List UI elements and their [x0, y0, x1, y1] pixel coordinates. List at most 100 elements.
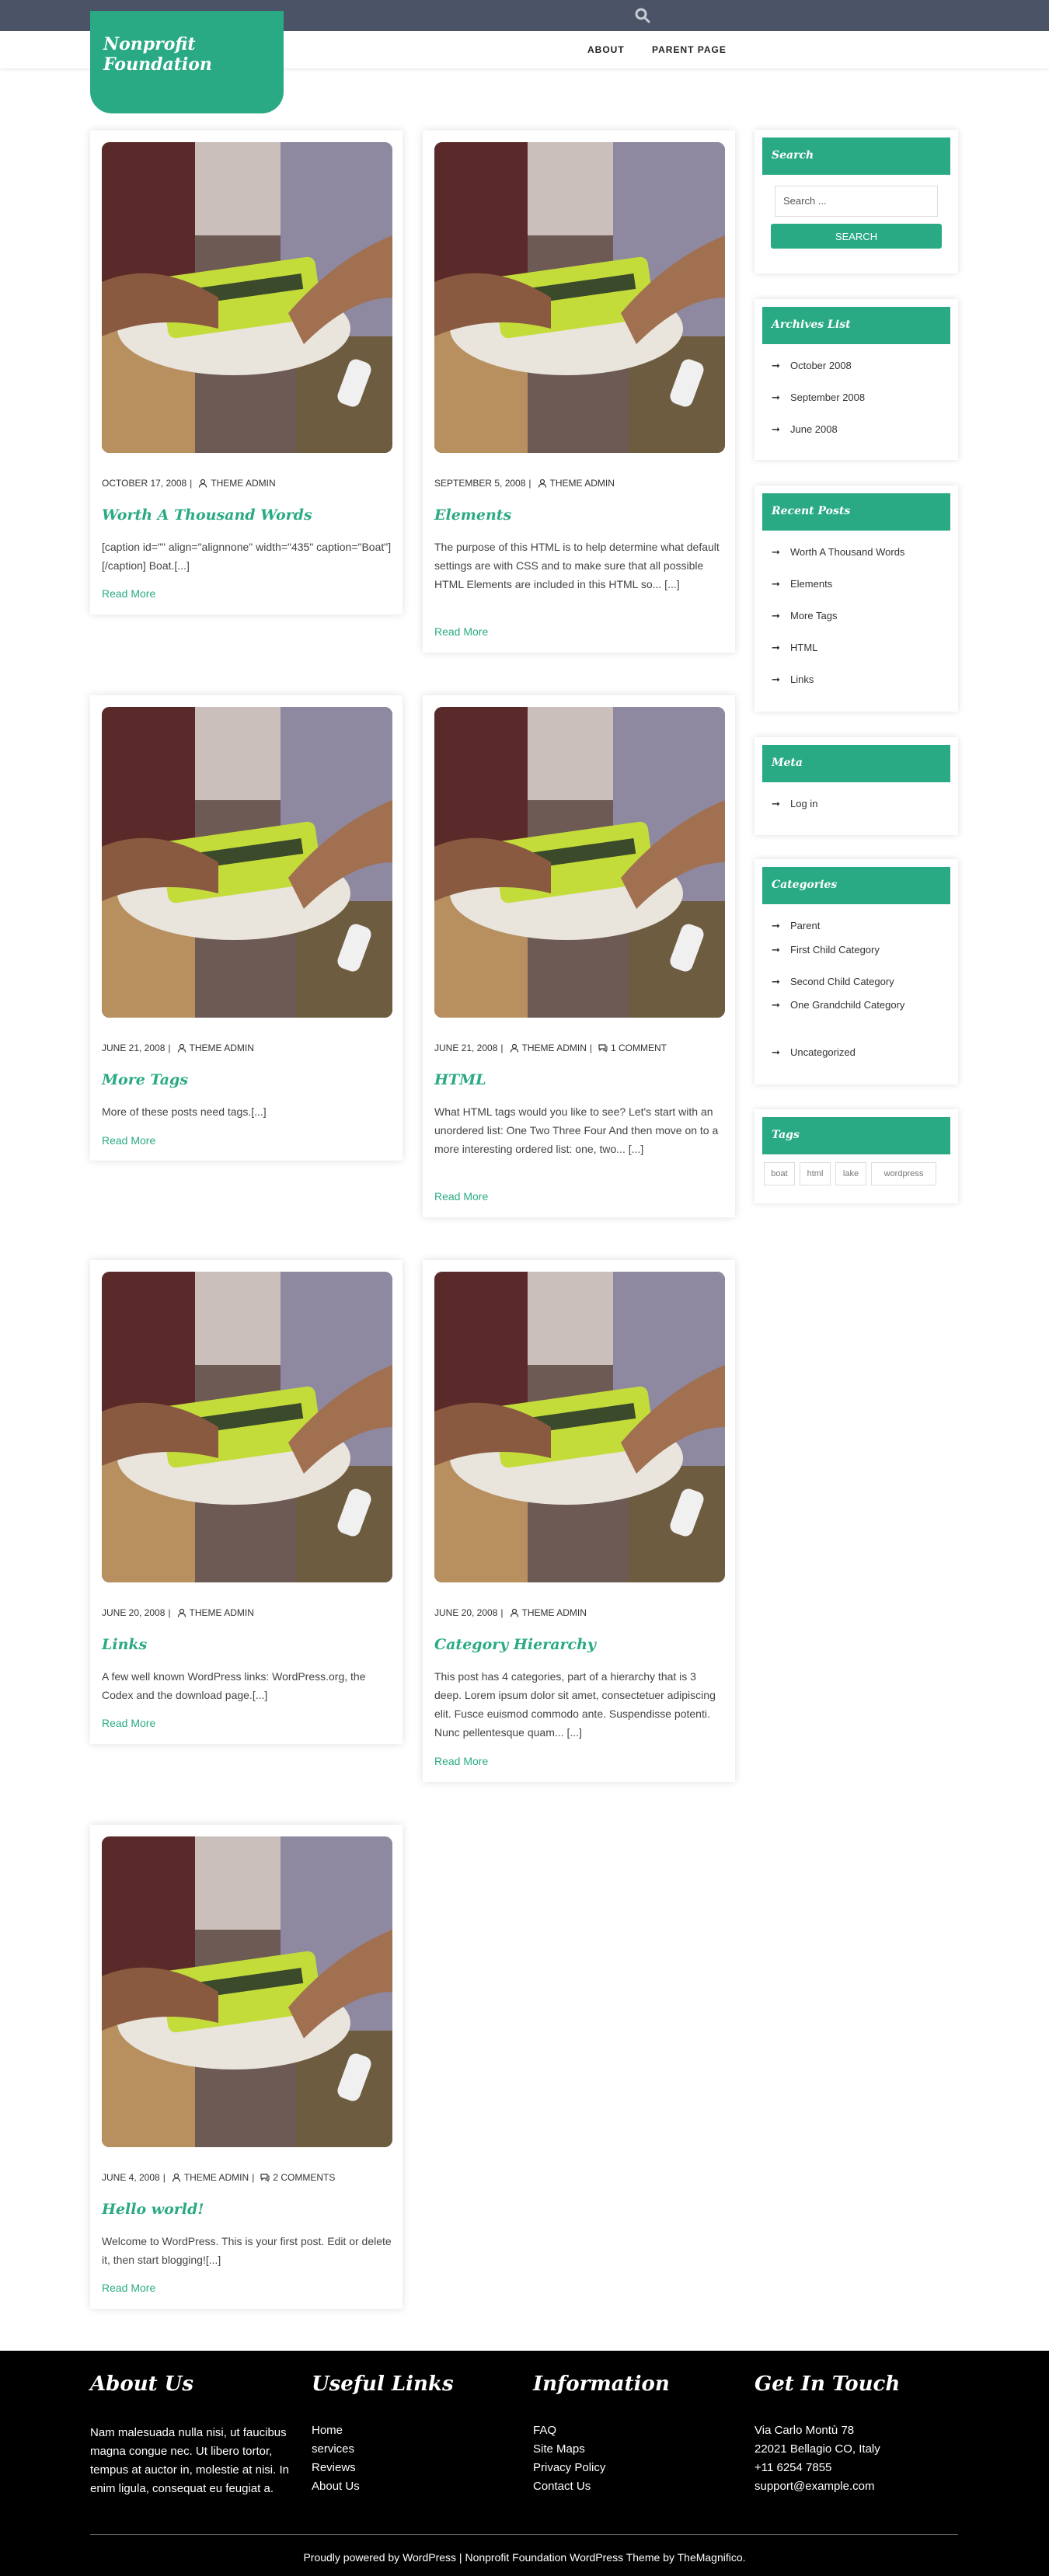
post-photo	[102, 1272, 392, 1582]
arrow-right-icon: ➞	[772, 1046, 780, 1058]
post-image[interactable]	[102, 1272, 392, 1582]
post-title[interactable]: Hello world!	[102, 2201, 204, 2218]
post-image[interactable]	[102, 142, 392, 453]
post-author[interactable]: THEME ADMIN	[550, 478, 615, 489]
category-link[interactable]: ➞ Second Child Category	[772, 976, 894, 988]
read-more-link[interactable]: Read More	[434, 625, 488, 638]
post-meta: JUNE 20, 2008 | THEME ADMIN	[434, 1607, 587, 1618]
archive-link[interactable]: ➞ September 2008	[772, 392, 865, 404]
post-comments[interactable]: 2 COMMENTS	[273, 2172, 335, 2183]
post-author[interactable]: THEME ADMIN	[522, 1607, 587, 1618]
post-title[interactable]: More Tags	[102, 1071, 188, 1088]
login-link[interactable]: ➞ Log in	[772, 798, 817, 810]
post-title[interactable]: Links	[102, 1636, 147, 1653]
footer-email[interactable]: support@example.com	[755, 2480, 874, 2493]
site-logo[interactable]: Nonprofit Foundation	[90, 11, 284, 113]
footer-address: 22021 Bellagio CO, Italy	[755, 2442, 880, 2456]
recent-post-link[interactable]: ➞ HTML	[772, 642, 817, 654]
recent-post-link[interactable]: ➞ Worth A Thousand Words	[772, 546, 904, 559]
search-input[interactable]: Search ...	[775, 186, 938, 217]
tags-widget: Tags boat html lake wordpress	[755, 1109, 958, 1203]
post-card: SEPTEMBER 5, 2008 | THEME ADMIN Elements T…	[423, 131, 735, 653]
widget-title: Categories	[762, 867, 950, 904]
user-icon	[199, 479, 207, 488]
post-author[interactable]: THEME ADMIN	[190, 1607, 254, 1618]
post-image[interactable]	[434, 707, 725, 1018]
footer-heading: Information	[533, 2372, 670, 2396]
post-image[interactable]	[434, 1272, 725, 1582]
read-more-link[interactable]: Read More	[102, 1134, 155, 1147]
arrow-right-icon: ➞	[772, 423, 780, 435]
read-more-link[interactable]: Read More	[434, 1755, 488, 1767]
recent-post-link[interactable]: ➞ Links	[772, 674, 814, 686]
tag-link[interactable]: wordpress	[871, 1162, 936, 1185]
category-link[interactable]: ➞ Uncategorized	[772, 1046, 856, 1059]
site-title[interactable]: Nonprofit Foundation	[103, 34, 284, 75]
footer-link[interactable]: Site Maps	[533, 2442, 585, 2456]
read-more-link[interactable]: Read More	[102, 2282, 155, 2294]
post-date[interactable]: JUNE 20, 2008	[102, 1607, 165, 1618]
user-icon	[538, 479, 546, 488]
category-link[interactable]: ➞ One Grandchild Category	[772, 999, 904, 1011]
search-button[interactable]: SEARCH	[771, 224, 942, 249]
post-image[interactable]	[434, 142, 725, 453]
post-meta: OCTOBER 17, 2008 | THEME ADMIN	[102, 478, 276, 489]
post-date[interactable]: JUNE 21, 2008	[434, 1043, 497, 1053]
post-date[interactable]: JUNE 21, 2008	[102, 1043, 165, 1053]
footer: About Us Nam malesuada nulla nisi, ut fa…	[0, 2351, 1049, 2576]
post-photo	[102, 142, 392, 453]
post-author[interactable]: THEME ADMIN	[190, 1043, 254, 1053]
footer-link[interactable]: Reviews	[312, 2461, 356, 2474]
post-photo	[434, 142, 725, 453]
post-title[interactable]: Category Hierarchy	[434, 1636, 596, 1653]
post-author[interactable]: THEME ADMIN	[522, 1043, 587, 1053]
post-author[interactable]: THEME ADMIN	[211, 478, 275, 489]
arrow-right-icon: ➞	[772, 944, 780, 956]
footer-link[interactable]: services	[312, 2442, 354, 2456]
tag-link[interactable]: lake	[835, 1162, 866, 1185]
post-meta: JUNE 4, 2008 | THEME ADMIN | 2 COMMENTS	[102, 2172, 336, 2183]
post-date[interactable]: SEPTEMBER 5, 2008	[434, 478, 525, 489]
post-date[interactable]: OCTOBER 17, 2008	[102, 478, 186, 489]
recent-post-link[interactable]: ➞ Elements	[772, 578, 832, 590]
post-meta: JUNE 20, 2008 | THEME ADMIN	[102, 1607, 254, 1618]
post-excerpt: The purpose of this HTML is to help dete…	[434, 541, 720, 590]
post-image[interactable]	[102, 707, 392, 1018]
post-date[interactable]: JUNE 20, 2008	[434, 1607, 497, 1618]
search-widget: Search Search ... SEARCH	[755, 130, 958, 273]
post-author[interactable]: THEME ADMIN	[184, 2172, 249, 2183]
footer-link[interactable]: Privacy Policy	[533, 2461, 605, 2474]
post-excerpt: A few well known WordPress links: WordPr…	[102, 1670, 366, 1701]
recent-post-link[interactable]: ➞ More Tags	[772, 610, 837, 622]
post-title[interactable]: HTML	[434, 1071, 486, 1088]
nav-about[interactable]: ABOUT	[587, 44, 625, 55]
post-title[interactable]: Worth A Thousand Words	[102, 506, 312, 524]
tag-link[interactable]: html	[800, 1162, 831, 1185]
archive-link[interactable]: ➞ October 2008	[772, 360, 852, 372]
post-meta: JUNE 21, 2008 | THEME ADMIN	[102, 1043, 254, 1053]
footer-link[interactable]: Home	[312, 2424, 343, 2437]
footer-heading: About Us	[90, 2372, 193, 2396]
read-more-link[interactable]: Read More	[102, 1717, 155, 1729]
post-photo	[102, 707, 392, 1018]
user-icon	[177, 1608, 186, 1617]
search-icon[interactable]	[633, 6, 652, 25]
footer-link[interactable]: About Us	[312, 2480, 360, 2493]
post-date[interactable]: JUNE 4, 2008	[102, 2172, 160, 2183]
footer-link[interactable]: Contact Us	[533, 2480, 591, 2493]
post-photo	[434, 707, 725, 1018]
read-more-link[interactable]: Read More	[434, 1190, 488, 1203]
category-link[interactable]: ➞ First Child Category	[772, 944, 880, 956]
post-image[interactable]	[102, 1836, 392, 2147]
post-meta: JUNE 21, 2008 | THEME ADMIN | 1 COMMENT	[434, 1043, 667, 1053]
post-card: OCTOBER 17, 2008 | THEME ADMIN Worth A Tho…	[90, 131, 403, 614]
archives-widget: Archives List ➞ October 2008 ➞ September 2…	[755, 299, 958, 460]
archive-link[interactable]: ➞ June 2008	[772, 423, 838, 436]
read-more-link[interactable]: Read More	[102, 587, 155, 600]
footer-link[interactable]: FAQ	[533, 2424, 556, 2437]
post-title[interactable]: Elements	[434, 506, 511, 524]
post-comments[interactable]: 1 COMMENT	[611, 1043, 667, 1053]
nav-parent-page[interactable]: PARENT PAGE	[652, 44, 727, 55]
tag-link[interactable]: boat	[764, 1162, 795, 1185]
category-link[interactable]: ➞ Parent	[772, 920, 820, 932]
